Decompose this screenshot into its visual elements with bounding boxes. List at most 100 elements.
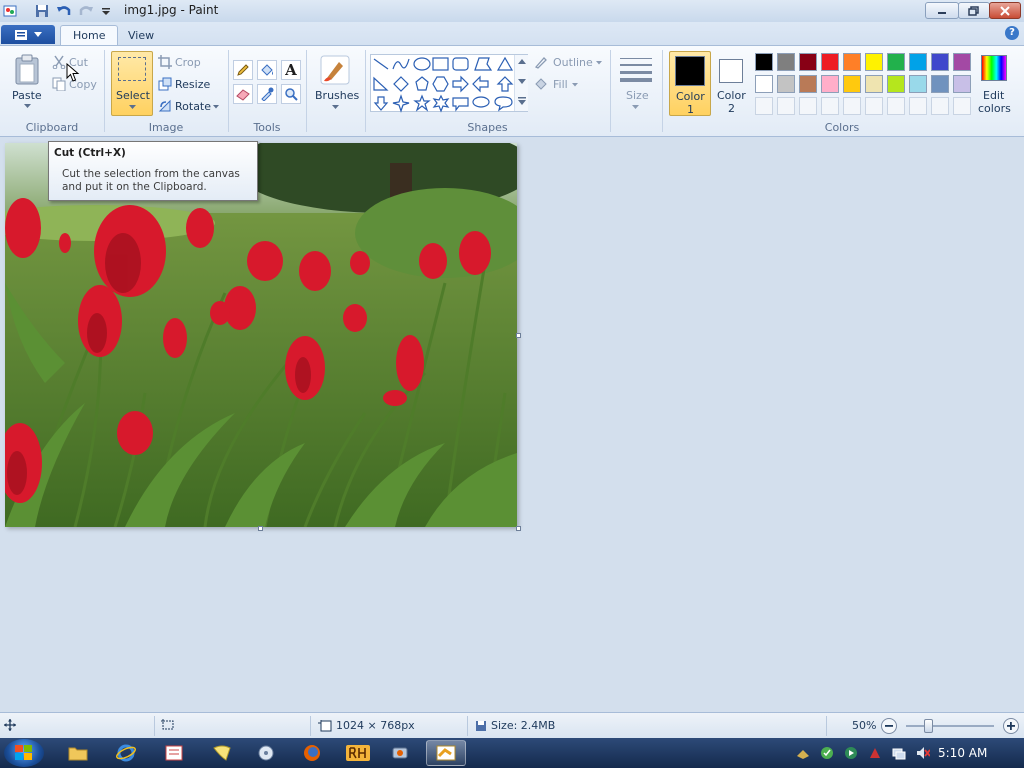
custom-color-slot[interactable] (777, 97, 795, 115)
tab-home[interactable]: Home (60, 25, 119, 45)
color-swatch[interactable] (821, 53, 839, 71)
minus-icon (885, 725, 893, 727)
help-icon[interactable]: ? (1005, 26, 1019, 40)
taskbar-app-4[interactable] (202, 740, 242, 766)
resize-button[interactable]: Resize (158, 76, 218, 94)
color-swatch[interactable] (799, 53, 817, 71)
custom-color-slot[interactable] (799, 97, 817, 115)
image-dimensions: 1024 × 768px (318, 719, 415, 732)
ribbon-separator (365, 50, 366, 132)
zoom-in-button[interactable] (1003, 718, 1019, 734)
zoom-out-button[interactable] (881, 718, 897, 734)
pencil-tool[interactable] (233, 60, 253, 80)
edit-colors-button[interactable]: Edit colors (974, 51, 1014, 116)
custom-color-slot[interactable] (953, 97, 971, 115)
fill-button[interactable]: Fill (534, 76, 594, 94)
crop-button[interactable]: Crop (158, 54, 218, 72)
status-separator (154, 716, 155, 736)
taskbar-firefox[interactable] (292, 740, 332, 766)
customize-toolbar-icon[interactable] (98, 3, 114, 19)
volume-muted-icon[interactable] (916, 746, 930, 760)
custom-color-slot[interactable] (887, 97, 905, 115)
taskbar-app-5[interactable] (246, 740, 286, 766)
taskbar-paint[interactable] (426, 740, 466, 766)
color-swatch[interactable] (953, 53, 971, 71)
maximize-button[interactable] (958, 2, 990, 19)
status-separator (826, 716, 827, 736)
ribbon-separator (662, 50, 663, 132)
size-button[interactable]: Size (616, 52, 656, 116)
paint-app-icon[interactable] (2, 3, 18, 19)
save-icon[interactable] (34, 3, 50, 19)
color-swatch[interactable] (953, 75, 971, 93)
select-button[interactable]: Select (111, 51, 153, 116)
taskbar-app-7[interactable] (338, 740, 378, 766)
taskbar-app-8[interactable] (380, 740, 420, 766)
minimize-button[interactable] (925, 2, 959, 19)
brushes-button[interactable]: Brushes (312, 52, 360, 116)
close-button[interactable] (989, 2, 1021, 19)
network-icon[interactable] (892, 746, 906, 760)
color-swatch[interactable] (777, 75, 795, 93)
tab-view[interactable]: View (116, 25, 166, 45)
paste-button[interactable]: Paste (8, 52, 48, 116)
tray-icon-1[interactable] (796, 746, 810, 760)
color-swatch[interactable] (777, 53, 795, 71)
custom-color-slot[interactable] (755, 97, 773, 115)
tray-icon-3[interactable] (844, 746, 858, 760)
cut-tooltip: Cut (Ctrl+X) Cut the selection from the … (48, 141, 258, 201)
resize-handle-bottom[interactable] (258, 526, 263, 531)
color-swatch[interactable] (821, 75, 839, 93)
color1-button[interactable]: Color 1 (669, 51, 711, 116)
color-swatch[interactable] (909, 75, 927, 93)
zoom-slider-thumb[interactable] (924, 719, 933, 733)
resize-handle-right[interactable] (516, 333, 521, 338)
color-swatch[interactable] (931, 53, 949, 71)
color-swatch[interactable] (755, 75, 773, 93)
start-button[interactable] (4, 739, 44, 767)
color-swatch[interactable] (843, 75, 861, 93)
chevron-down-icon (518, 79, 526, 84)
color2-button[interactable]: Color 2 (713, 51, 751, 116)
color-swatch[interactable] (865, 53, 883, 71)
size-label: Size (626, 89, 649, 102)
color-swatch[interactable] (843, 53, 861, 71)
taskbar-explorer[interactable] (58, 740, 98, 766)
ribbon-separator (228, 50, 229, 132)
color-swatch[interactable] (799, 75, 817, 93)
tray-icon-4[interactable] (868, 746, 882, 760)
custom-color-slot[interactable] (865, 97, 883, 115)
color-swatch[interactable] (931, 75, 949, 93)
magnifier-icon (285, 88, 298, 101)
magnifier-tool[interactable] (281, 84, 301, 104)
color2-swatch (719, 59, 743, 83)
color-swatch[interactable] (887, 53, 905, 71)
canvas-area[interactable]: Cut (Ctrl+X) Cut the selection from the … (0, 138, 1024, 712)
custom-color-slot[interactable] (821, 97, 839, 115)
resize-handle-corner[interactable] (516, 526, 521, 531)
color-swatch[interactable] (887, 75, 905, 93)
zoom-slider-track[interactable] (906, 725, 994, 727)
redo-icon[interactable] (78, 3, 94, 19)
paint-menu-button[interactable] (1, 25, 55, 44)
custom-color-slot[interactable] (931, 97, 949, 115)
text-tool[interactable]: A (281, 60, 301, 80)
color-swatch[interactable] (865, 75, 883, 93)
color-swatch[interactable] (909, 53, 927, 71)
color-swatch[interactable] (755, 53, 773, 71)
tray-icon-2[interactable] (820, 746, 834, 760)
expand-gallery-icon (518, 97, 526, 105)
shapes-scrollbar[interactable] (514, 55, 528, 111)
custom-color-slot[interactable] (843, 97, 861, 115)
eraser-tool[interactable] (233, 84, 253, 104)
custom-color-slot[interactable] (909, 97, 927, 115)
taskbar-app-3[interactable] (154, 740, 194, 766)
taskbar-internet-explorer[interactable] (106, 740, 146, 766)
taskbar-clock[interactable]: 5:10 AM (938, 746, 987, 760)
undo-icon[interactable] (56, 3, 72, 19)
rotate-button[interactable]: Rotate (158, 98, 222, 116)
fill-tool[interactable] (257, 60, 277, 80)
media-app-icon (258, 745, 274, 761)
color-picker-tool[interactable] (257, 84, 277, 104)
outline-button[interactable]: Outline (534, 54, 606, 72)
